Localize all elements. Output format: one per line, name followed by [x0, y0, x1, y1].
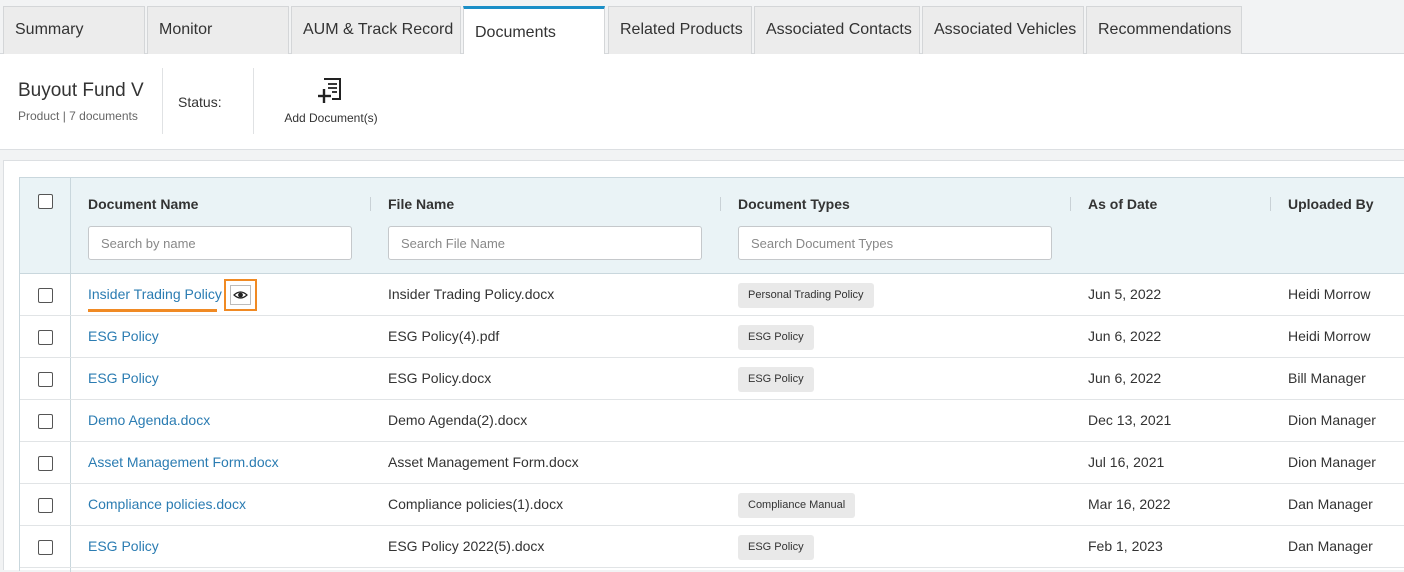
uploaded-by: Dan Manager	[1288, 496, 1373, 512]
tab-aum-track-record[interactable]: AUM & Track Record	[291, 6, 461, 54]
table-row[interactable]: ESG Policy ESG Policy 2022(5).docx ESG P…	[20, 526, 1404, 568]
page-title: Buyout Fund V	[18, 80, 144, 101]
tab-related-products[interactable]: Related Products	[608, 6, 752, 54]
tab-documents[interactable]: Documents	[463, 6, 605, 55]
row-checkbox[interactable]	[38, 330, 53, 345]
as-of-date: Feb 1, 2023	[1088, 538, 1163, 554]
document-type-tag: ESG Policy	[738, 325, 814, 350]
grid-header: Document Name File Name Document Types A…	[20, 178, 1404, 274]
search-document-types-input[interactable]	[738, 226, 1052, 260]
preview-button[interactable]	[224, 279, 257, 311]
column-divider	[370, 197, 371, 211]
row-checkbox[interactable]	[38, 288, 53, 303]
column-header-uploaded-by[interactable]: Uploaded By	[1288, 196, 1374, 212]
as-of-date: Mar 16, 2022	[1088, 496, 1171, 512]
document-type-tag: ESG Policy	[738, 535, 814, 560]
file-name: ESG Policy(4).pdf	[388, 328, 500, 344]
row-checkbox[interactable]	[38, 372, 53, 387]
document-name-link[interactable]: ESG Policy	[88, 358, 159, 399]
file-name: ESG Policy 2022(5).docx	[388, 538, 545, 554]
table-row[interactable]: Demo Agenda.docx Demo Agenda(2).docx Dec…	[20, 400, 1404, 442]
uploaded-by: Dion Manager	[1288, 412, 1376, 428]
file-name: ESG Policy.docx	[388, 370, 492, 386]
highlight-underline	[88, 309, 217, 312]
uploaded-by: Heidi Morrow	[1288, 328, 1371, 344]
document-name-link[interactable]: ESG Policy	[88, 526, 159, 567]
divider	[253, 68, 254, 134]
document-type-tag: Personal Trading Policy	[738, 283, 874, 308]
column-header-document-types[interactable]: Document Types	[738, 196, 850, 212]
preview-button-frame	[230, 285, 251, 305]
add-document-button[interactable]: Add Document(s)	[281, 76, 381, 128]
tab-monitor[interactable]: Monitor	[147, 6, 289, 54]
file-name: Compliance policies(1).docx	[388, 496, 564, 512]
document-type-tag: Compliance Manual	[738, 493, 856, 518]
file-name: Insider Trading Policy.docx	[388, 286, 555, 302]
document-name-link[interactable]: ESG Policy	[88, 316, 159, 357]
document-name-link[interactable]: Asset Management Form.docx	[88, 442, 279, 483]
column-divider	[720, 197, 721, 211]
uploaded-by: Dion Manager	[1288, 454, 1376, 470]
table-row[interactable]: Insider Trading Policy Insider Trading P…	[20, 274, 1404, 316]
tab-associated-vehicles[interactable]: Associated Vehicles	[922, 6, 1084, 54]
column-header-as-of-date[interactable]: As of Date	[1088, 196, 1157, 212]
as-of-date: Jun 6, 2022	[1088, 328, 1162, 344]
page-header: Buyout Fund V Product | 7 documents Stat…	[0, 54, 1404, 150]
tab-associated-contacts[interactable]: Associated Contacts	[754, 6, 920, 54]
file-name: Asset Management Form.docx	[388, 454, 579, 470]
documents-grid: Document Name File Name Document Types A…	[19, 177, 1404, 572]
row-checkbox[interactable]	[38, 456, 53, 471]
as-of-date: Dec 13, 2021	[1088, 412, 1172, 428]
as-of-date: Jun 6, 2022	[1088, 370, 1162, 386]
table-row[interactable]: ESG Policy ESG Policy.docx ESG Policy Ju…	[20, 358, 1404, 400]
file-name: Demo Agenda(2).docx	[388, 412, 528, 428]
document-type-tag: ESG Policy	[738, 367, 814, 392]
eye-icon	[233, 291, 248, 299]
row-checkbox[interactable]	[38, 414, 53, 429]
column-divider	[1070, 197, 1071, 211]
document-name-link[interactable]: Compliance policies.docx	[88, 484, 246, 525]
uploaded-by: Bill Manager	[1288, 370, 1366, 386]
column-header-file-name[interactable]: File Name	[388, 196, 454, 212]
documents-panel: Document Name File Name Document Types A…	[3, 160, 1404, 572]
add-document-icon	[318, 78, 341, 103]
as-of-date: Jul 16, 2021	[1088, 454, 1165, 470]
uploaded-by: Dan Manager	[1288, 538, 1373, 554]
row-checkbox[interactable]	[38, 540, 53, 555]
as-of-date: Jun 5, 2022	[1088, 286, 1162, 302]
row-checkbox[interactable]	[38, 498, 53, 513]
column-divider	[1270, 197, 1271, 211]
tab-recommendations[interactable]: Recommendations	[1086, 6, 1242, 54]
column-header-document-name[interactable]: Document Name	[88, 196, 198, 212]
add-document-label: Add Document(s)	[284, 111, 378, 125]
table-row[interactable]: Asset Management Form.docx Asset Managem…	[20, 442, 1404, 484]
divider	[162, 68, 163, 134]
table-row[interactable]: Compliance policies.docx Compliance poli…	[20, 484, 1404, 526]
tab-summary[interactable]: Summary	[3, 6, 145, 54]
search-name-input[interactable]	[88, 226, 352, 260]
table-row[interactable]: ESG Policy ESG Policy(4).pdf ESG Policy …	[20, 316, 1404, 358]
document-name-link[interactable]: Demo Agenda.docx	[88, 400, 210, 441]
page-subtitle: Product | 7 documents	[18, 109, 138, 123]
search-file-name-input[interactable]	[388, 226, 702, 260]
tab-bar: Summary Monitor AUM & Track Record Docum…	[0, 0, 1404, 55]
uploaded-by: Heidi Morrow	[1288, 286, 1371, 302]
status-label: Status:	[178, 94, 222, 110]
